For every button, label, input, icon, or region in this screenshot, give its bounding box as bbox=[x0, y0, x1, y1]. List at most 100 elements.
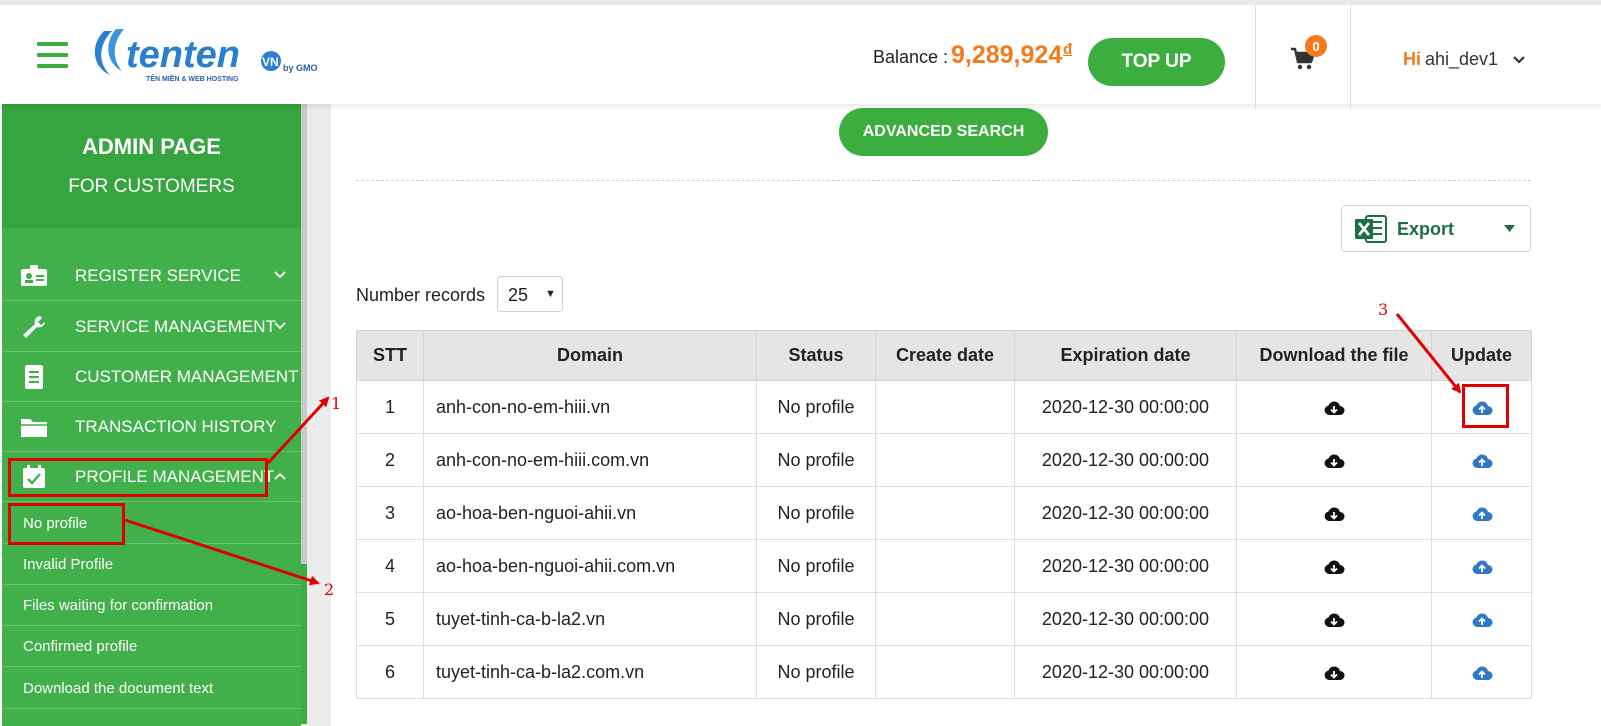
cell-status: No profile bbox=[756, 645, 876, 699]
cell-create-date bbox=[875, 645, 1015, 699]
cell-download bbox=[1236, 539, 1432, 593]
annotation-label-3: 3 bbox=[1378, 300, 1389, 319]
sidebar-item-transaction-history[interactable]: TRANSACTION HISTORY bbox=[2, 402, 301, 452]
cell-update bbox=[1431, 433, 1532, 487]
sidebar-subitem-files-waiting[interactable]: Files waiting for confirmation bbox=[2, 585, 301, 626]
annotation-label-1: 1 bbox=[331, 394, 342, 413]
cloud-download-icon[interactable] bbox=[1323, 664, 1345, 682]
cell-domain: ao-hoa-ben-nguoi-ahii.vn bbox=[423, 486, 757, 540]
cell-expiration-date: 2020-12-30 00:00:00 bbox=[1014, 592, 1237, 646]
export-button[interactable]: Export bbox=[1341, 205, 1531, 252]
cell-stt: 1 bbox=[356, 380, 424, 434]
sidebar-item-customer-management[interactable]: CUSTOMER MANAGEMENT bbox=[2, 352, 301, 402]
cell-status: No profile bbox=[756, 486, 876, 540]
sidebar: ADMIN PAGE FOR CUSTOMERS REGISTER SERVIC… bbox=[2, 104, 301, 726]
cell-status: No profile bbox=[756, 380, 876, 434]
cell-status: No profile bbox=[756, 539, 876, 593]
export-label: Export bbox=[1397, 219, 1455, 239]
chevron-up-icon bbox=[274, 472, 286, 480]
cell-update bbox=[1431, 539, 1532, 593]
cell-create-date bbox=[875, 539, 1015, 593]
folder-icon bbox=[21, 419, 47, 437]
logo-text: tenten bbox=[126, 34, 240, 76]
sidebar-title: ADMIN PAGE bbox=[82, 134, 221, 159]
logo-gmo: by GMO bbox=[283, 63, 318, 73]
cell-download bbox=[1236, 380, 1432, 434]
cell-update bbox=[1431, 486, 1532, 540]
number-records-value: 25 bbox=[508, 285, 529, 305]
sidebar-subitem-label: Confirmed profile bbox=[23, 638, 138, 655]
cloud-upload-icon[interactable] bbox=[1471, 611, 1493, 629]
id-card-icon bbox=[21, 265, 47, 286]
annotation-label-2: 2 bbox=[324, 580, 335, 599]
top-up-button[interactable]: TOP UP bbox=[1088, 38, 1225, 86]
column-header-domain[interactable]: Domain bbox=[423, 330, 757, 381]
sidebar-item-service-management[interactable]: SERVICE MANAGEMENT bbox=[2, 302, 301, 352]
table-row: 5 tuyet-tinh-ca-b-la2.vn No profile 2020-12… bbox=[356, 592, 1532, 646]
cell-domain: tuyet-tinh-ca-b-la2.vn bbox=[423, 592, 757, 646]
annotation-box-update bbox=[1462, 384, 1509, 428]
cell-create-date bbox=[875, 486, 1015, 540]
table-row: 1 anh-con-no-em-hiii.vn No profile 2020-12-… bbox=[356, 380, 1532, 434]
sidebar-subitem-confirmed-profile[interactable]: Confirmed profile bbox=[2, 626, 301, 667]
number-records-select[interactable]: 25 ▼ bbox=[497, 276, 563, 312]
cell-create-date bbox=[875, 433, 1015, 487]
cell-expiration-date: 2020-12-30 00:00:00 bbox=[1014, 486, 1237, 540]
annotation-box-no-profile bbox=[8, 503, 125, 545]
cell-create-date bbox=[875, 380, 1015, 434]
column-header-status[interactable]: Status bbox=[756, 330, 876, 381]
cell-status: No profile bbox=[756, 433, 876, 487]
cell-expiration-date: 2020-12-30 00:00:00 bbox=[1014, 380, 1237, 434]
column-header-update: Update bbox=[1431, 330, 1532, 381]
logo-vn: VN bbox=[262, 55, 279, 69]
cell-expiration-date: 2020-12-30 00:00:00 bbox=[1014, 539, 1237, 593]
balance-label: Balance : bbox=[873, 47, 949, 67]
cloud-download-icon[interactable] bbox=[1323, 399, 1345, 417]
cell-download bbox=[1236, 486, 1432, 540]
table-header-row: STT Domain Status Create date Expiration… bbox=[356, 330, 1532, 381]
cloud-download-icon[interactable] bbox=[1323, 452, 1345, 470]
cell-expiration-date: 2020-12-30 00:00:00 bbox=[1014, 433, 1237, 487]
cell-create-date bbox=[875, 592, 1015, 646]
column-header-create-date[interactable]: Create date bbox=[875, 330, 1015, 381]
cell-stt: 6 bbox=[356, 645, 424, 699]
cell-domain: anh-con-no-em-hiii.com.vn bbox=[423, 433, 757, 487]
header-divider bbox=[1255, 5, 1256, 109]
sidebar-item-register-service[interactable]: REGISTER SERVICE bbox=[2, 251, 301, 301]
cloud-upload-icon[interactable] bbox=[1471, 664, 1493, 682]
greeting: Hi bbox=[1403, 49, 1421, 69]
sidebar-scrollbar-thumb[interactable] bbox=[301, 104, 307, 564]
hamburger-menu-icon[interactable] bbox=[37, 42, 68, 68]
advanced-search-button[interactable]: ADVANCED SEARCH bbox=[839, 108, 1048, 156]
cell-download bbox=[1236, 645, 1432, 699]
sidebar-subitem-label: Files waiting for confirmation bbox=[23, 597, 214, 614]
cell-download bbox=[1236, 592, 1432, 646]
cloud-upload-icon[interactable] bbox=[1471, 452, 1493, 470]
number-records-label: Number records bbox=[356, 285, 486, 305]
column-header-expiration-date[interactable]: Expiration date bbox=[1014, 330, 1237, 381]
cloud-upload-icon[interactable] bbox=[1471, 505, 1493, 523]
tenten-logo[interactable]: tenten VN by GMO TÊN MIỀN & WEB HOSTING bbox=[90, 23, 330, 85]
balance-amount: 9,289,924 bbox=[951, 41, 1063, 69]
cell-stt: 5 bbox=[356, 592, 424, 646]
header-divider bbox=[1350, 5, 1351, 109]
chevron-down-icon[interactable] bbox=[1512, 55, 1526, 65]
sidebar-item-label: TRANSACTION HISTORY bbox=[75, 417, 277, 436]
sidebar-subitem-invalid-profile[interactable]: Invalid Profile bbox=[2, 544, 301, 585]
cloud-download-icon[interactable] bbox=[1323, 611, 1345, 629]
caret-down-icon: ▼ bbox=[545, 288, 556, 300]
sidebar-item-label: REGISTER SERVICE bbox=[75, 266, 241, 285]
cell-stt: 4 bbox=[356, 539, 424, 593]
column-header-download: Download the file bbox=[1236, 330, 1432, 381]
column-header-stt[interactable]: STT bbox=[356, 330, 424, 381]
chevron-down-icon bbox=[274, 271, 286, 279]
cloud-download-icon[interactable] bbox=[1323, 558, 1345, 576]
user-menu[interactable]: Hi ahi_dev1 bbox=[1403, 49, 1498, 70]
sidebar-subitem-download-document[interactable]: Download the document text bbox=[2, 668, 301, 709]
logo-swoosh-icon: tenten VN by GMO TÊN MIỀN & WEB HOSTING bbox=[94, 29, 318, 83]
cloud-download-icon[interactable] bbox=[1323, 505, 1345, 523]
excel-icon bbox=[1355, 215, 1387, 243]
cloud-upload-icon[interactable] bbox=[1471, 558, 1493, 576]
sidebar-item-label: SERVICE MANAGEMENT bbox=[75, 317, 276, 336]
table-row: 6 tuyet-tinh-ca-b-la2.com.vn No profile 202… bbox=[356, 645, 1532, 699]
